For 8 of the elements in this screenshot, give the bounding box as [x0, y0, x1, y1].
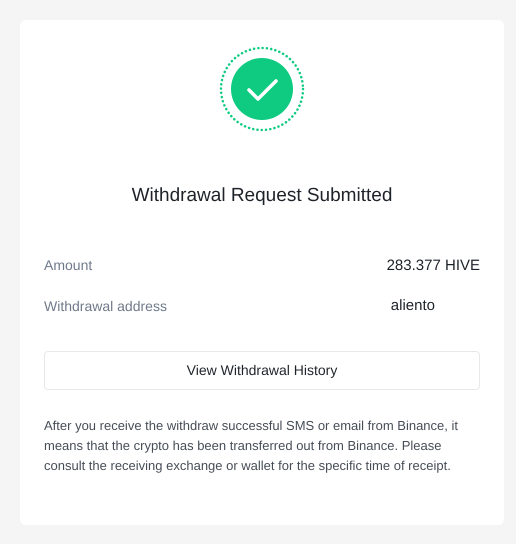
detail-label: Withdrawal address	[44, 296, 167, 316]
detail-label: Amount	[44, 256, 92, 276]
detail-value: aliento	[390, 296, 435, 316]
detail-value: 283.377 HIVE	[386, 256, 480, 276]
success-check-icon	[219, 46, 305, 132]
info-paragraph: After you receive the withdraw successful SMS or email from Binance, it means that the crypto has been transferred out from Binance. Please consult the receiving exchange or wallet for the specific time of receipt.	[44, 416, 459, 475]
success-title: Withdrawal Request Submitted	[130, 184, 394, 208]
view-history-button[interactable]: View Withdrawal History	[44, 350, 480, 390]
